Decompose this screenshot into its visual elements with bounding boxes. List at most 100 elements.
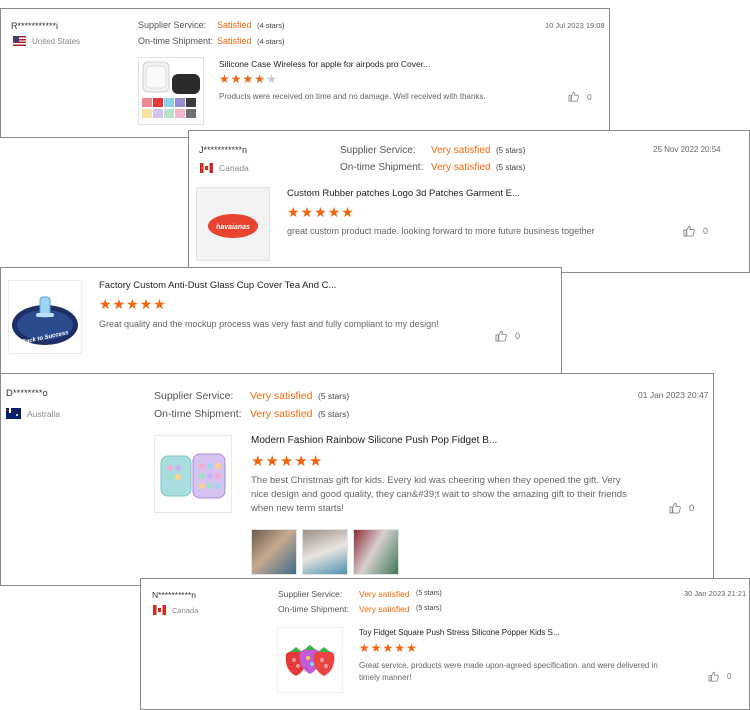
review-card-1: R***********i United States Supplier Ser… bbox=[0, 8, 610, 138]
star-icon: ★ bbox=[314, 204, 328, 220]
product-image-fidget-backpack[interactable] bbox=[154, 435, 232, 513]
review-card-5: N**********n Canada Supplier Service: Ve… bbox=[140, 578, 750, 710]
product-image-glass-cup-cover[interactable]: Back to Success bbox=[8, 280, 82, 354]
supplier-service-value: Very satisfied bbox=[431, 145, 491, 156]
review-photo-3[interactable] bbox=[353, 529, 399, 575]
like-count: 0 bbox=[689, 502, 695, 514]
reviewer-country: Canada bbox=[153, 605, 198, 615]
product-title[interactable]: Silicone Case Wireless for apple for air… bbox=[219, 59, 430, 69]
us-flag-icon bbox=[13, 36, 26, 46]
supplier-service-value: Very satisfied bbox=[250, 390, 313, 402]
supplier-service-stars: (5 stars) bbox=[416, 590, 442, 597]
star-icon: ★ bbox=[370, 641, 383, 655]
star-icon: ★ bbox=[327, 204, 342, 220]
star-icon: ★ bbox=[300, 204, 315, 220]
rating-stars: ★★★★★ bbox=[251, 452, 323, 470]
star-icon: ★ bbox=[112, 296, 127, 312]
star-icon: ★ bbox=[265, 453, 280, 470]
star-icon: ★ bbox=[294, 453, 309, 470]
like-button[interactable]: 0 bbox=[683, 225, 708, 237]
supplier-service-value: Satisfied bbox=[217, 20, 252, 30]
on-time-shipment-label: On-time Shipment: bbox=[278, 604, 349, 614]
on-time-shipment-label: On-time Shipment: bbox=[340, 162, 424, 173]
rating-stars: ★★★★★ bbox=[287, 204, 355, 221]
like-count: 0 bbox=[587, 91, 592, 102]
country-label: Australia bbox=[27, 408, 61, 419]
like-count: 0 bbox=[515, 331, 521, 341]
star-icon: ★ bbox=[219, 72, 231, 86]
review-card-4: D********o Australia Supplier Service: V… bbox=[0, 373, 714, 586]
country-label: United States bbox=[32, 36, 81, 46]
like-count: 0 bbox=[727, 672, 732, 681]
supplier-service-stars: (5 stars) bbox=[496, 146, 526, 155]
thumbs-up-icon bbox=[669, 502, 681, 514]
star-icon: ★ bbox=[308, 453, 324, 470]
rating-stars: ★★★★★ bbox=[219, 72, 278, 86]
star-icon: ★ bbox=[99, 296, 113, 312]
strawberry-popper-illustration bbox=[285, 645, 335, 676]
star-icon: ★ bbox=[153, 296, 167, 312]
review-photo-1[interactable] bbox=[251, 529, 297, 575]
on-time-shipment-stars: (5 stars) bbox=[318, 409, 350, 419]
on-time-shipment-value: Satisfied bbox=[217, 36, 252, 46]
star-icon: ★ bbox=[254, 72, 267, 86]
like-button[interactable]: 0 bbox=[669, 502, 694, 514]
star-icon: ★ bbox=[287, 204, 301, 220]
country-label: Canada bbox=[219, 163, 249, 173]
thumbs-up-icon bbox=[683, 225, 695, 237]
star-icon: ★ bbox=[341, 204, 355, 220]
australia-flag-icon bbox=[6, 408, 21, 419]
star-icon: ★ bbox=[279, 453, 295, 470]
supplier-service-stars: (5 stars) bbox=[318, 391, 350, 401]
product-image-rubber-patch[interactable]: havaianas bbox=[196, 187, 270, 261]
star-icon: ★ bbox=[139, 296, 154, 312]
on-time-shipment-value: Very satisfied bbox=[250, 408, 313, 420]
product-image-airpods-case[interactable] bbox=[138, 57, 204, 125]
review-date: 01 Jan 2023 20:47 bbox=[638, 390, 709, 400]
like-button[interactable]: 0 bbox=[708, 671, 731, 682]
on-time-shipment-value: Very satisfied bbox=[359, 604, 410, 614]
star-icon: ★ bbox=[359, 641, 371, 655]
rubber-patch-illustration: havaianas bbox=[208, 214, 258, 238]
supplier-service-value: Very satisfied bbox=[359, 589, 410, 599]
review-comment: Great quality and the mockup process was… bbox=[99, 319, 439, 329]
like-button[interactable]: 0 bbox=[495, 330, 520, 342]
rating-stars: ★★★★★ bbox=[99, 296, 167, 313]
like-button[interactable]: 0 bbox=[568, 91, 592, 102]
product-title[interactable]: Custom Rubber patches Logo 3d Patches Ga… bbox=[287, 188, 520, 199]
canada-flag-icon bbox=[200, 163, 213, 173]
star-icon: ★ bbox=[394, 641, 407, 655]
on-time-shipment-stars: (5 stars) bbox=[416, 605, 442, 612]
thumbs-up-icon bbox=[495, 330, 507, 342]
on-time-shipment-stars: (5 stars) bbox=[496, 163, 526, 172]
reviewer-name: R***********i bbox=[11, 21, 59, 31]
rating-stars: ★★★★★ bbox=[359, 641, 418, 655]
reviewer-country: Australia bbox=[6, 408, 60, 419]
review-date: 25 Nov 2022 20:54 bbox=[653, 145, 721, 154]
review-date: 10 Jul 2023 19:08 bbox=[545, 21, 605, 30]
canada-flag-icon bbox=[153, 605, 166, 615]
product-title[interactable]: Factory Custom Anti-Dust Glass Cup Cover… bbox=[99, 280, 336, 291]
reviewer-name: J***********n bbox=[199, 145, 248, 155]
product-title[interactable]: Modern Fashion Rainbow Silicone Push Pop… bbox=[251, 435, 497, 446]
review-comment: The best Christmas gift for kids. Every … bbox=[251, 475, 627, 514]
review-card-3: Back to Success Factory Custom Anti-Dust… bbox=[0, 267, 562, 375]
review-comment: Products were received on time and no da… bbox=[219, 92, 486, 101]
star-icon: ★ bbox=[406, 641, 418, 655]
review-card-2: J***********n Canada Supplier Service: V… bbox=[188, 130, 750, 273]
country-label: Canada bbox=[172, 605, 199, 615]
star-icon: ★ bbox=[126, 296, 140, 312]
review-comment: great custom product made. looking forwa… bbox=[287, 226, 595, 236]
product-image-fidget-strawberry[interactable] bbox=[277, 627, 343, 693]
supplier-service-stars: (4 stars) bbox=[257, 21, 285, 30]
like-count: 0 bbox=[703, 226, 709, 236]
supplier-service-label: Supplier Service: bbox=[278, 589, 343, 599]
product-title[interactable]: Toy Fidget Square Push Stress Silicone P… bbox=[359, 628, 560, 637]
review-photo-2[interactable] bbox=[302, 529, 348, 575]
on-time-shipment-value: Very satisfied bbox=[431, 162, 491, 173]
reviewer-name: N**********n bbox=[152, 590, 196, 600]
fidget-backpack-illustration bbox=[160, 453, 226, 499]
thumbs-up-icon bbox=[708, 671, 719, 682]
star-icon: ★ bbox=[230, 72, 243, 86]
star-icon: ★ bbox=[251, 453, 266, 470]
